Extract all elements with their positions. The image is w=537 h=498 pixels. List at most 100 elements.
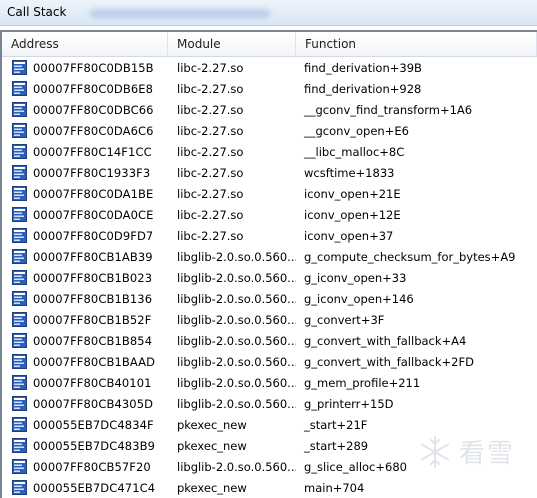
column-header-address[interactable]: Address [2, 32, 168, 56]
stack-frame-icon [12, 459, 27, 474]
frame-address: 00007FF80C0DBC66 [33, 102, 154, 117]
frame-address: 00007FF80C0DB15B [33, 60, 154, 75]
stack-frame-row[interactable]: 00007FF80CB1B023 libglib-2.0.so.0.560... g… [2, 267, 537, 288]
stack-frame-icon [12, 165, 27, 180]
frame-module: libc-2.27.so [177, 123, 244, 138]
frame-address-cell: 00007FF80C0DB15B [2, 60, 168, 75]
frame-address-cell: 000055EB7DC4834F [2, 417, 168, 432]
frame-function: find_derivation+39B [304, 60, 422, 75]
frame-address: 00007FF80CB1B136 [33, 291, 153, 306]
stack-frame-row[interactable]: 00007FF80C0D9FD7 libc-2.27.so iconv_open+3… [2, 225, 537, 246]
frame-address: 00007FF80C1933F3 [33, 165, 151, 180]
frame-function: __libc_malloc+8C [304, 144, 405, 159]
stack-frame-row[interactable]: 00007FF80C0DB15B libc-2.27.so find_derivat… [2, 57, 537, 78]
frame-address-cell: 000055EB7DC483B9 [2, 438, 168, 453]
frame-address: 000055EB7DC471C4 [33, 480, 156, 495]
stack-frame-row[interactable]: 000055EB7DC4834F pkexec_new _start+21F [2, 414, 537, 435]
frame-module: libglib-2.0.so.0.560... [177, 354, 296, 369]
stack-frame-row[interactable]: 00007FF80CB1B136 libglib-2.0.so.0.560... g… [2, 288, 537, 309]
call-stack-panel: Address Module Function 00007FF80C0DB15B… [0, 30, 537, 498]
column-header-function[interactable]: Function [296, 32, 537, 56]
frame-address: 00007FF80C0DA0CE [33, 207, 154, 222]
frame-function: g_convert_with_fallback+A4 [304, 333, 467, 348]
frame-address-cell: 00007FF80CB57F20 [2, 459, 168, 474]
frame-address: 00007FF80C0DA1BE [33, 186, 154, 201]
frame-address: 00007FF80CB40101 [33, 375, 152, 390]
frame-function: g_convert+3F [304, 312, 385, 327]
stack-frame-row[interactable]: 00007FF80C0DA6C6 libc-2.27.so __gconv_open… [2, 120, 537, 141]
frame-module: libc-2.27.so [177, 165, 244, 180]
frame-module: libc-2.27.so [177, 81, 244, 96]
frame-module: pkexec_new [177, 480, 247, 495]
stack-frame-icon [12, 291, 27, 306]
frame-address: 00007FF80C0DA6C6 [33, 123, 154, 138]
frame-module: libglib-2.0.so.0.560... [177, 270, 296, 285]
stack-frame-row[interactable]: 00007FF80CB1AB39 libglib-2.0.so.0.560... g… [2, 246, 537, 267]
stack-frame-row[interactable]: 00007FF80C14F1CC libc-2.27.so __libc_mallo… [2, 141, 537, 162]
stack-frame-row[interactable]: 00007FF80CB1BAAD libglib-2.0.so.0.560... g… [2, 351, 537, 372]
frame-module: libglib-2.0.so.0.560... [177, 249, 296, 264]
stack-frame-icon [12, 417, 27, 432]
stack-frame-icon [12, 144, 27, 159]
frame-module: libglib-2.0.so.0.560... [177, 312, 296, 327]
frame-module: libglib-2.0.so.0.560... [177, 333, 296, 348]
frame-address: 00007FF80CB1AB39 [33, 249, 153, 264]
stack-frame-row[interactable]: 00007FF80CB1B52F libglib-2.0.so.0.560... g… [2, 309, 537, 330]
frame-function: g_printerr+15D [304, 396, 394, 411]
stack-frame-icon [12, 354, 27, 369]
frame-address: 00007FF80CB1B023 [33, 270, 153, 285]
frame-module: libglib-2.0.so.0.560... [177, 396, 296, 411]
frame-address-cell: 00007FF80CB1AB39 [2, 249, 168, 264]
frame-function: g_convert_with_fallback+2FD [304, 354, 474, 369]
frame-function: _start+289 [304, 438, 369, 453]
frame-module: libglib-2.0.so.0.560... [177, 291, 296, 306]
window-titlebar: Call Stack [0, 0, 537, 26]
frame-function: find_derivation+928 [304, 81, 422, 96]
frame-function: __gconv_open+E6 [304, 123, 409, 138]
stack-frame-icon [12, 438, 27, 453]
frame-address-cell: 00007FF80C0DA6C6 [2, 123, 168, 138]
stack-frame-row[interactable]: 00007FF80C1933F3 libc-2.27.so wcsftime+183… [2, 162, 537, 183]
stack-frame-row[interactable]: 00007FF80C0DB6E8 libc-2.27.so find_derivat… [2, 78, 537, 99]
stack-frame-icon [12, 480, 27, 495]
stack-frame-icon [12, 60, 27, 75]
frame-module: libc-2.27.so [177, 207, 244, 222]
stack-frame-icon [12, 396, 27, 411]
stack-frame-icon [12, 375, 27, 390]
stack-frame-row[interactable]: 000055EB7DC471C4 pkexec_new main+704 [2, 477, 537, 498]
stack-frame-row[interactable]: 000055EB7DC483B9 pkexec_new _start+289 [2, 435, 537, 456]
stack-frame-icon [12, 228, 27, 243]
frame-address-cell: 00007FF80C14F1CC [2, 144, 168, 159]
frame-function: iconv_open+37 [304, 228, 394, 243]
stack-frame-icon [12, 207, 27, 222]
stack-frame-row[interactable]: 00007FF80C0DA1BE libc-2.27.so iconv_open+2… [2, 183, 537, 204]
frame-address-cell: 00007FF80CB4305D [2, 396, 168, 411]
stack-frame-icon [12, 312, 27, 327]
stack-frame-row[interactable]: 00007FF80CB4305D libglib-2.0.so.0.560... g… [2, 393, 537, 414]
stack-frame-row[interactable]: 00007FF80CB1B854 libglib-2.0.so.0.560... g… [2, 330, 537, 351]
frame-module: pkexec_new [177, 417, 247, 432]
frame-address: 00007FF80CB57F20 [33, 459, 151, 474]
frame-address: 00007FF80C0DB6E8 [33, 81, 154, 96]
stack-frame-row[interactable]: 00007FF80C0DBC66 libc-2.27.so __gconv_find… [2, 99, 537, 120]
frame-address: 00007FF80CB1B52F [33, 312, 152, 327]
frame-address-cell: 00007FF80C0DBC66 [2, 102, 168, 117]
column-header-module[interactable]: Module [168, 32, 296, 56]
frame-function: _start+21F [304, 417, 368, 432]
frame-address-cell: 00007FF80CB40101 [2, 375, 168, 390]
stack-frame-row[interactable]: 00007FF80C0DA0CE libc-2.27.so iconv_open+1… [2, 204, 537, 225]
frame-address-cell: 000055EB7DC471C4 [2, 480, 168, 495]
frame-module: pkexec_new [177, 438, 247, 453]
frame-address: 00007FF80C14F1CC [33, 144, 152, 159]
stack-frame-row[interactable]: 00007FF80CB40101 libglib-2.0.so.0.560... g… [2, 372, 537, 393]
frame-module: libglib-2.0.so.0.560... [177, 459, 296, 474]
frame-function: g_iconv_open+33 [304, 270, 407, 285]
stack-frame-row[interactable]: 00007FF80CB57F20 libglib-2.0.so.0.560... g… [2, 456, 537, 477]
window-title: Call Stack [7, 5, 67, 19]
frame-function: iconv_open+21E [304, 186, 401, 201]
stack-frame-icon [12, 270, 27, 285]
frame-address: 00007FF80CB4305D [33, 396, 154, 411]
frame-address-cell: 00007FF80C0DA0CE [2, 207, 168, 222]
stack-frame-icon [12, 333, 27, 348]
frame-function: iconv_open+12E [304, 207, 401, 222]
